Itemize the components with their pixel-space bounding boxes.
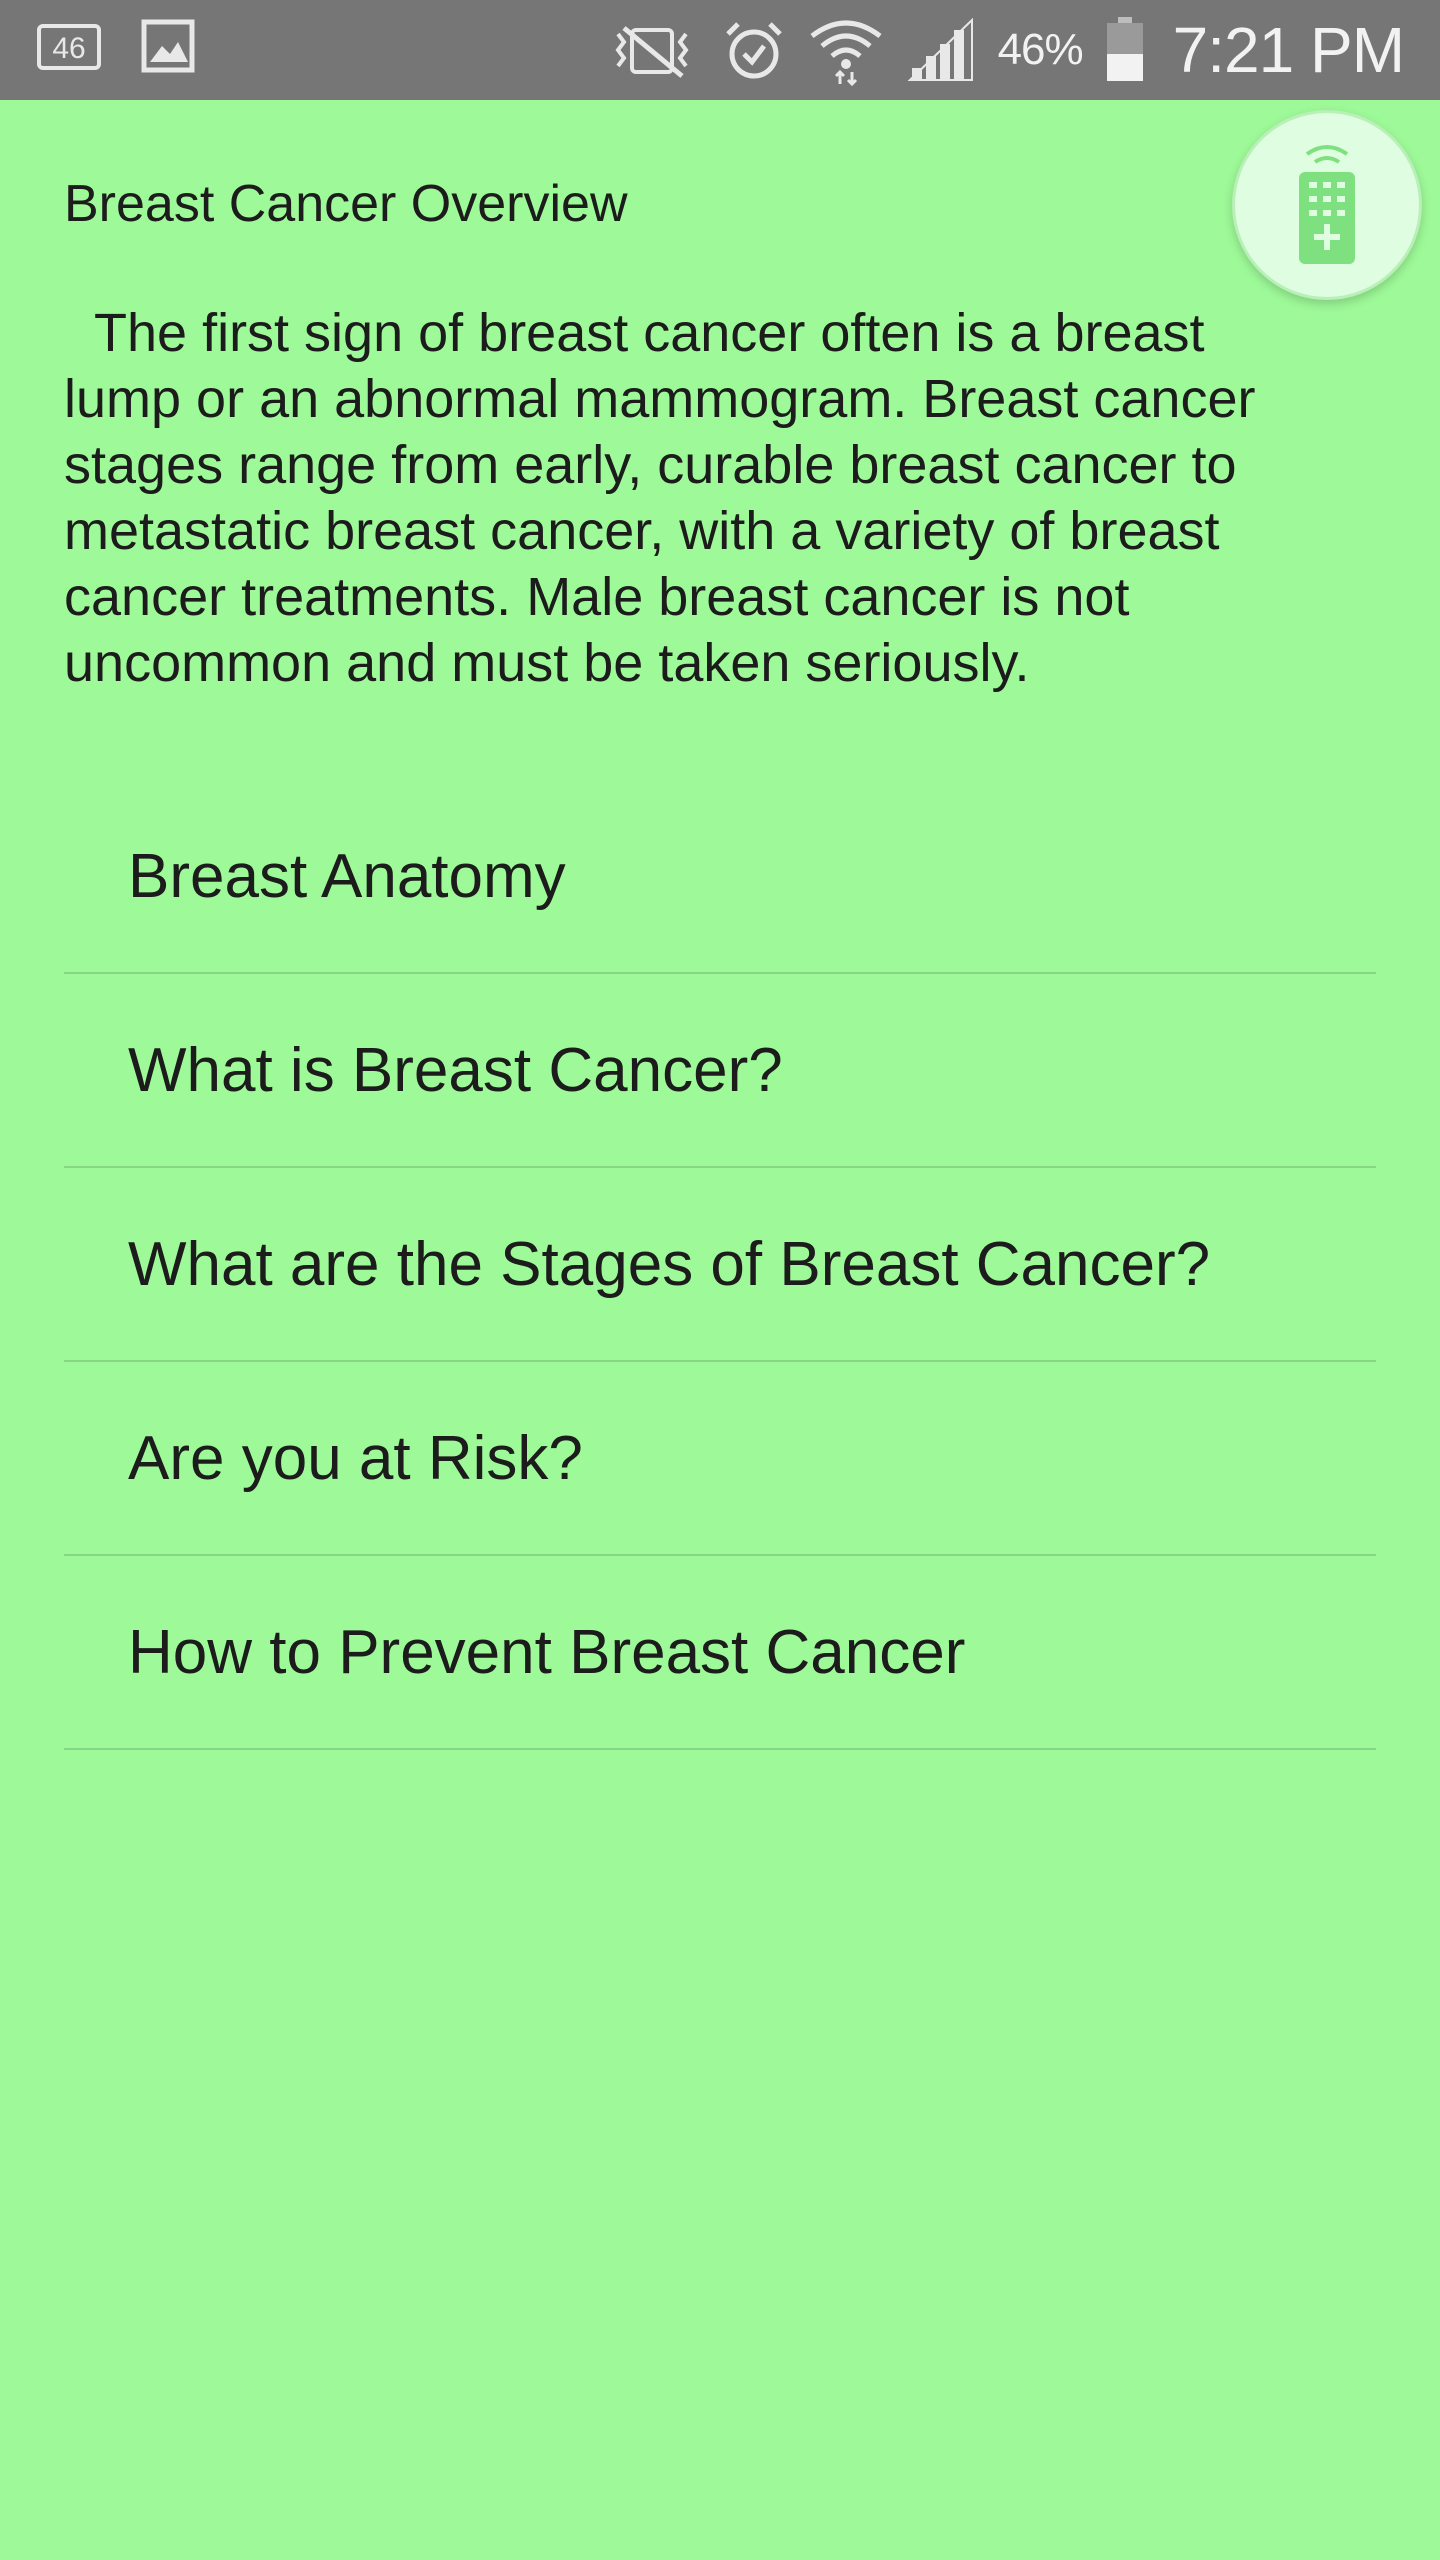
list-item-are-you-at-risk[interactable]: Are you at Risk? — [64, 1362, 1376, 1556]
overview-text: The first sign of breast cancer often is… — [64, 303, 1271, 693]
status-bar: 46 46% 7:21 PM — [0, 0, 1440, 100]
list-item-prevent-breast-cancer[interactable]: How to Prevent Breast Cancer — [64, 1556, 1376, 1750]
lte-46-icon: 46 — [36, 18, 106, 74]
remote-control-button[interactable] — [1232, 110, 1422, 300]
page-title: Breast Cancer Overview — [64, 175, 628, 233]
list-item-stages-of-breast-cancer[interactable]: What are the Stages of Breast Cancer? — [64, 1168, 1376, 1362]
clock: 7:21 PM — [1172, 14, 1405, 86]
battery-percent: 46% — [997, 25, 1084, 74]
status-right-icons: 46% 7:21 PM — [604, 0, 1405, 100]
battery-icon — [1105, 17, 1145, 83]
topic-list: Breast Anatomy What is Breast Cancer? Wh… — [64, 780, 1376, 1750]
vibrate-mute-icon — [604, 20, 700, 80]
status-left-icons: 46 — [36, 18, 196, 74]
gallery-image-icon — [140, 18, 196, 74]
signal-icon — [906, 18, 976, 82]
wifi-icon — [808, 14, 884, 86]
alarm-icon — [722, 18, 786, 82]
svg-text:46: 46 — [52, 32, 85, 65]
remote-control-icon — [1277, 138, 1377, 273]
list-item-breast-anatomy[interactable]: Breast Anatomy — [64, 780, 1376, 974]
list-item-what-is-breast-cancer[interactable]: What is Breast Cancer? — [64, 974, 1376, 1168]
